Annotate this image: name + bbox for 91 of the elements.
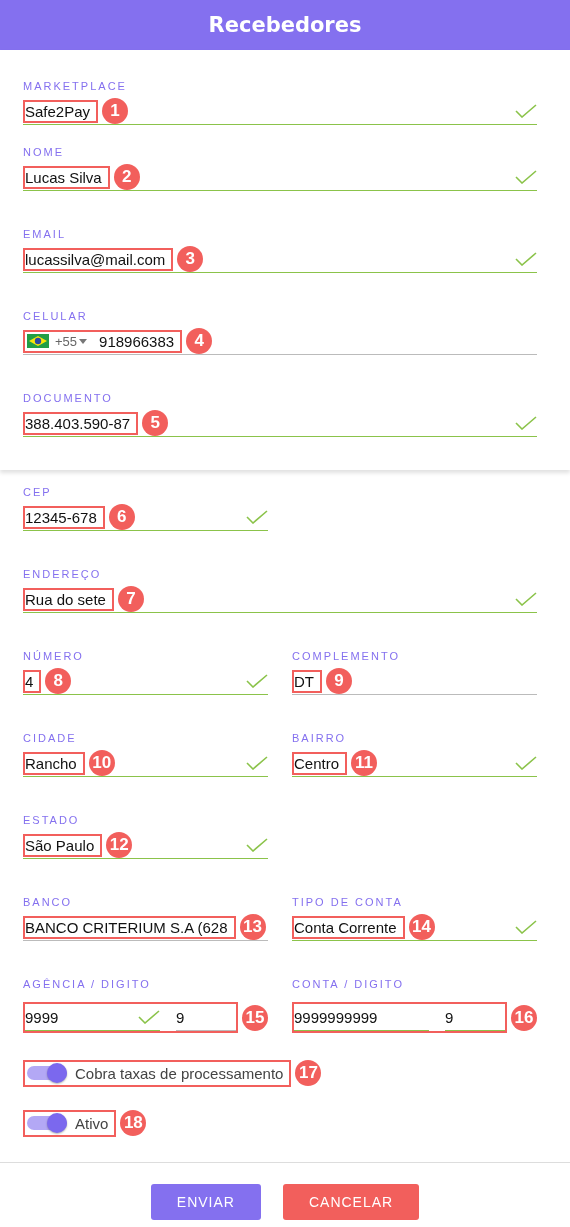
field-value: 9 [445,1007,455,1027]
input-field[interactable]: 9999999999 [294,1004,429,1031]
marker-badge: 1 [102,98,129,124]
field-label: ENDEREÇO [23,568,103,582]
check-icon [515,416,537,430]
field-value: DT [292,669,322,693]
marker-badge: 11 [351,750,378,776]
marker-badge: 6 [108,504,135,530]
field-value: lucassilva@mail.com [23,247,174,271]
field-value: Conta Corrente [292,915,405,939]
marker-badge: 10 [88,750,115,776]
toggle-switch[interactable] [27,1066,67,1080]
marker-badge: 7 [117,586,144,612]
field-label: CELULAR [23,310,89,324]
input-field[interactable]: 9999 [25,1004,160,1031]
check-icon [515,756,537,770]
field-label: BAIRRO [292,732,348,746]
check-icon [515,920,537,934]
field-value: 9999999999 [294,1007,379,1027]
marker-badge: 16 [511,1004,537,1031]
field-value: Centro [292,751,348,775]
marker-badge: 12 [106,832,133,858]
toggle-label: Cobra taxas de processamento [75,1064,284,1082]
input-field[interactable]: 388.403.590-87 5 [23,410,537,437]
input-field[interactable]: BANCO CRITERIUM S.A (628 13 [23,914,268,941]
marker-badge: 14 [408,914,435,940]
input-field[interactable]: +55 918966383 4 [23,328,537,355]
check-icon [138,1010,160,1024]
field-value: 9 [176,1007,186,1027]
field-label: CIDADE [23,732,78,746]
check-icon [246,674,268,688]
field-value: Rua do sete [23,587,114,611]
marker-badge: 15 [242,1004,268,1031]
field-label: COMPLEMENTO [292,650,401,664]
field-label: DOCUMENTO [23,392,114,406]
field-label: EMAIL [23,228,67,242]
marker-badge: 13 [239,914,266,940]
toggle-label: Ativo [75,1114,109,1132]
digit-field[interactable]: 9 [445,1004,505,1031]
field-label: CONTA / DIGITO [292,978,405,992]
field-value: Safe2Pay [23,99,99,123]
marker-badge: 3 [177,246,204,272]
input-field[interactable]: Lucas Silva 2 [23,164,537,191]
input-field[interactable]: São Paulo 12 [23,832,268,859]
field-label: MARKETPLACE [23,80,128,94]
check-icon [246,510,268,524]
check-icon [515,592,537,606]
field-label: ESTADO [23,814,81,828]
field-value: Lucas Silva [23,165,110,189]
field-value: São Paulo [23,833,103,857]
field-label: AGÊNCIA / DIGITO [23,978,152,992]
marker-badge: 5 [142,410,169,436]
check-icon [515,170,537,184]
field-value: 9999 [25,1007,60,1027]
toggle-switch[interactable] [27,1116,67,1130]
check-icon [515,104,537,118]
field-label: BANCO [23,896,74,910]
input-field[interactable]: Safe2Pay 1 [23,98,537,125]
marker-badge: 18 [120,1110,147,1136]
input-field[interactable]: 4 8 [23,668,268,695]
field-label: NÚMERO [23,650,85,664]
input-field[interactable]: 12345-678 6 [23,504,268,531]
field-value: Rancho [23,751,85,775]
country-code[interactable]: +55 [55,333,78,349]
field-label: CEP [23,486,53,500]
marker-badge: 9 [326,668,352,694]
input-field[interactable]: DT 9 [292,668,537,695]
digit-field[interactable]: 9 [176,1004,236,1031]
field-value: 388.403.590-87 [23,411,139,435]
input-field[interactable]: Rancho 10 [23,750,268,777]
input-field[interactable]: Conta Corrente 14 [292,914,537,941]
marker-badge: 8 [45,668,72,694]
marker-badge: 17 [295,1060,322,1086]
check-icon [246,838,268,852]
field-label: NOME [23,146,65,160]
page-title: Recebedores [208,13,362,37]
caret-icon [79,338,88,344]
field-value: 4 [23,669,42,693]
field-value: 12345-678 [23,505,105,529]
marker-badge: 4 [186,328,213,354]
field-value: BANCO CRITERIUM S.A (628 [23,915,236,939]
flag-icon [27,334,49,348]
input-field[interactable]: lucassilva@mail.com 3 [23,246,537,273]
marker-badge: 2 [113,164,140,190]
submit-button[interactable]: ENVIAR [150,1184,261,1220]
check-icon [515,252,537,266]
field-label: TIPO DE CONTA [292,896,404,910]
check-icon [246,756,268,770]
input-field[interactable]: Rua do sete 7 [23,586,537,613]
phone-number: 918966383 [99,332,175,350]
input-field[interactable]: Centro 11 [292,750,537,777]
